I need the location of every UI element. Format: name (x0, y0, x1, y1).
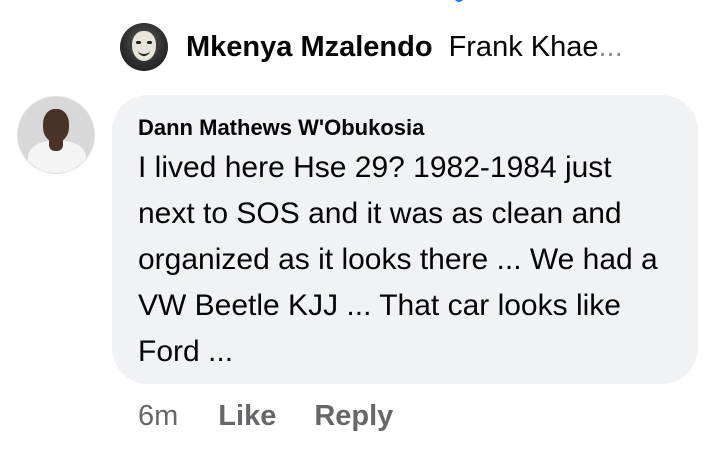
reply-ellipsis: ... (598, 30, 623, 63)
comment-actions: 6m Like Reply (138, 400, 393, 433)
comment-bubble: Dann Mathews W'Obukosia I lived here Hse… (112, 95, 698, 384)
like-button[interactable]: Like (218, 400, 276, 433)
comment-thread: Mkenya Mzalendo Frank Khae... Dann Mathe… (0, 0, 720, 455)
comment-author-name[interactable]: Dann Mathews W'Obukosia (138, 115, 674, 141)
comment-timestamp[interactable]: 6m (138, 400, 178, 433)
reply-author-name[interactable]: Mkenya Mzalendo (186, 31, 433, 64)
collapsed-reply-preview[interactable]: Mkenya Mzalendo Frank Khae... (120, 22, 700, 72)
masked-face-avatar-icon[interactable] (120, 23, 168, 71)
commenter-avatar-icon[interactable] (17, 96, 95, 174)
comment-body-text: I lived here Hse 29? 1982-1984 just next… (138, 151, 658, 368)
reply-button[interactable]: Reply (314, 400, 393, 433)
previous-row-fragment (372, 0, 482, 4)
reply-preview-text-content: Frank Khae (448, 30, 599, 63)
reply-preview-text: Frank Khae... (449, 31, 623, 64)
cut-off-reaction-icon (454, 0, 464, 2)
